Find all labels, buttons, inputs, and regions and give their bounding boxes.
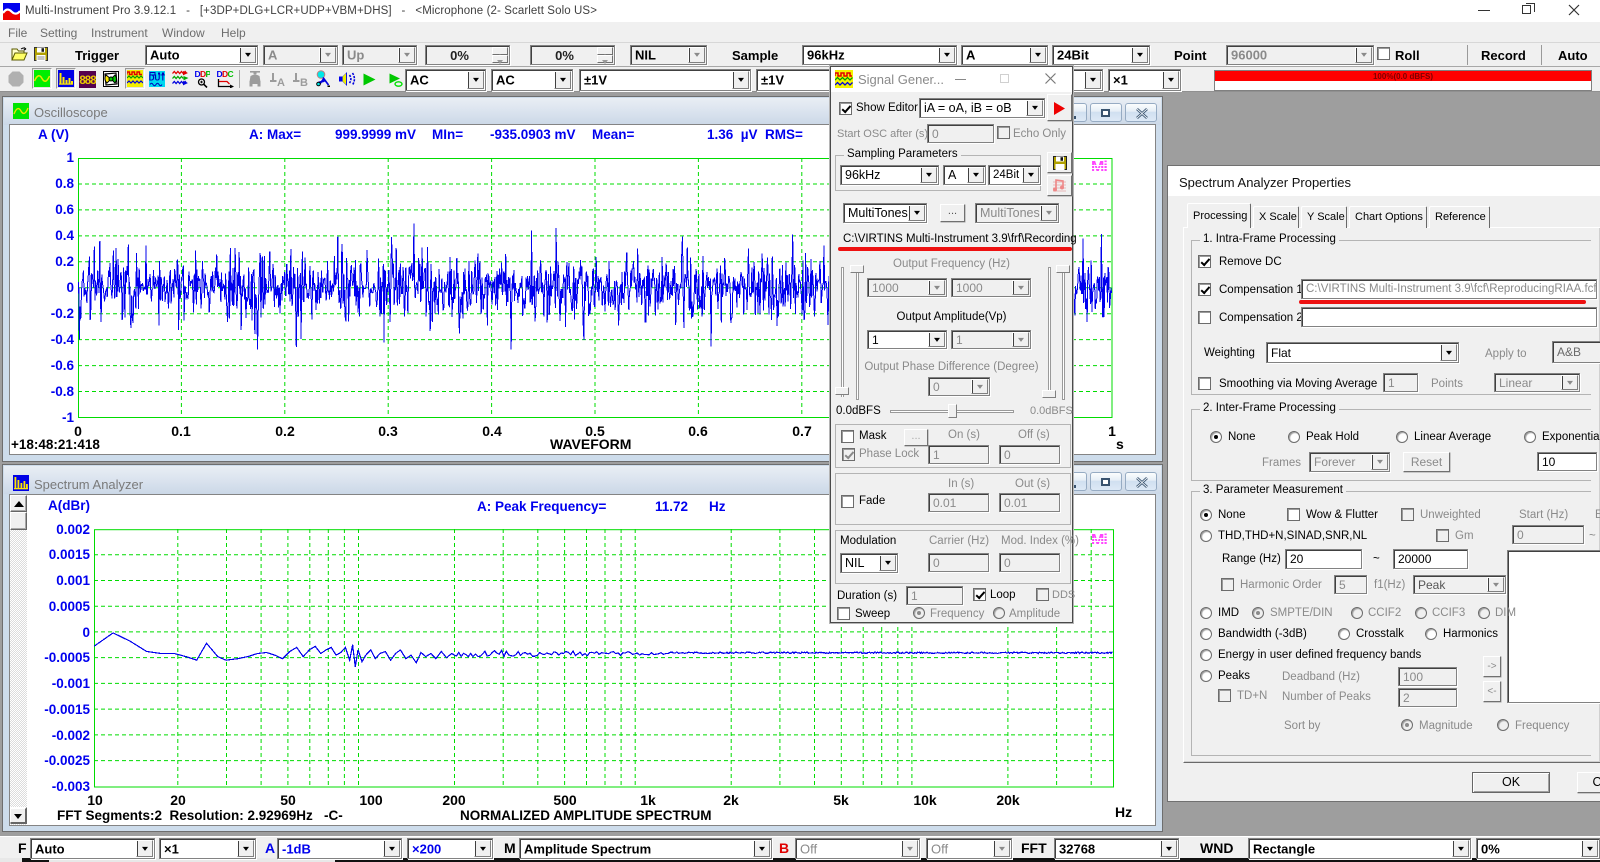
svg-text:A: A (277, 77, 285, 87)
svg-text:P: P (206, 70, 211, 79)
svg-text:C: C (228, 70, 234, 79)
svg-text:888: 888 (79, 75, 96, 87)
svg-text:B: B (300, 77, 308, 87)
